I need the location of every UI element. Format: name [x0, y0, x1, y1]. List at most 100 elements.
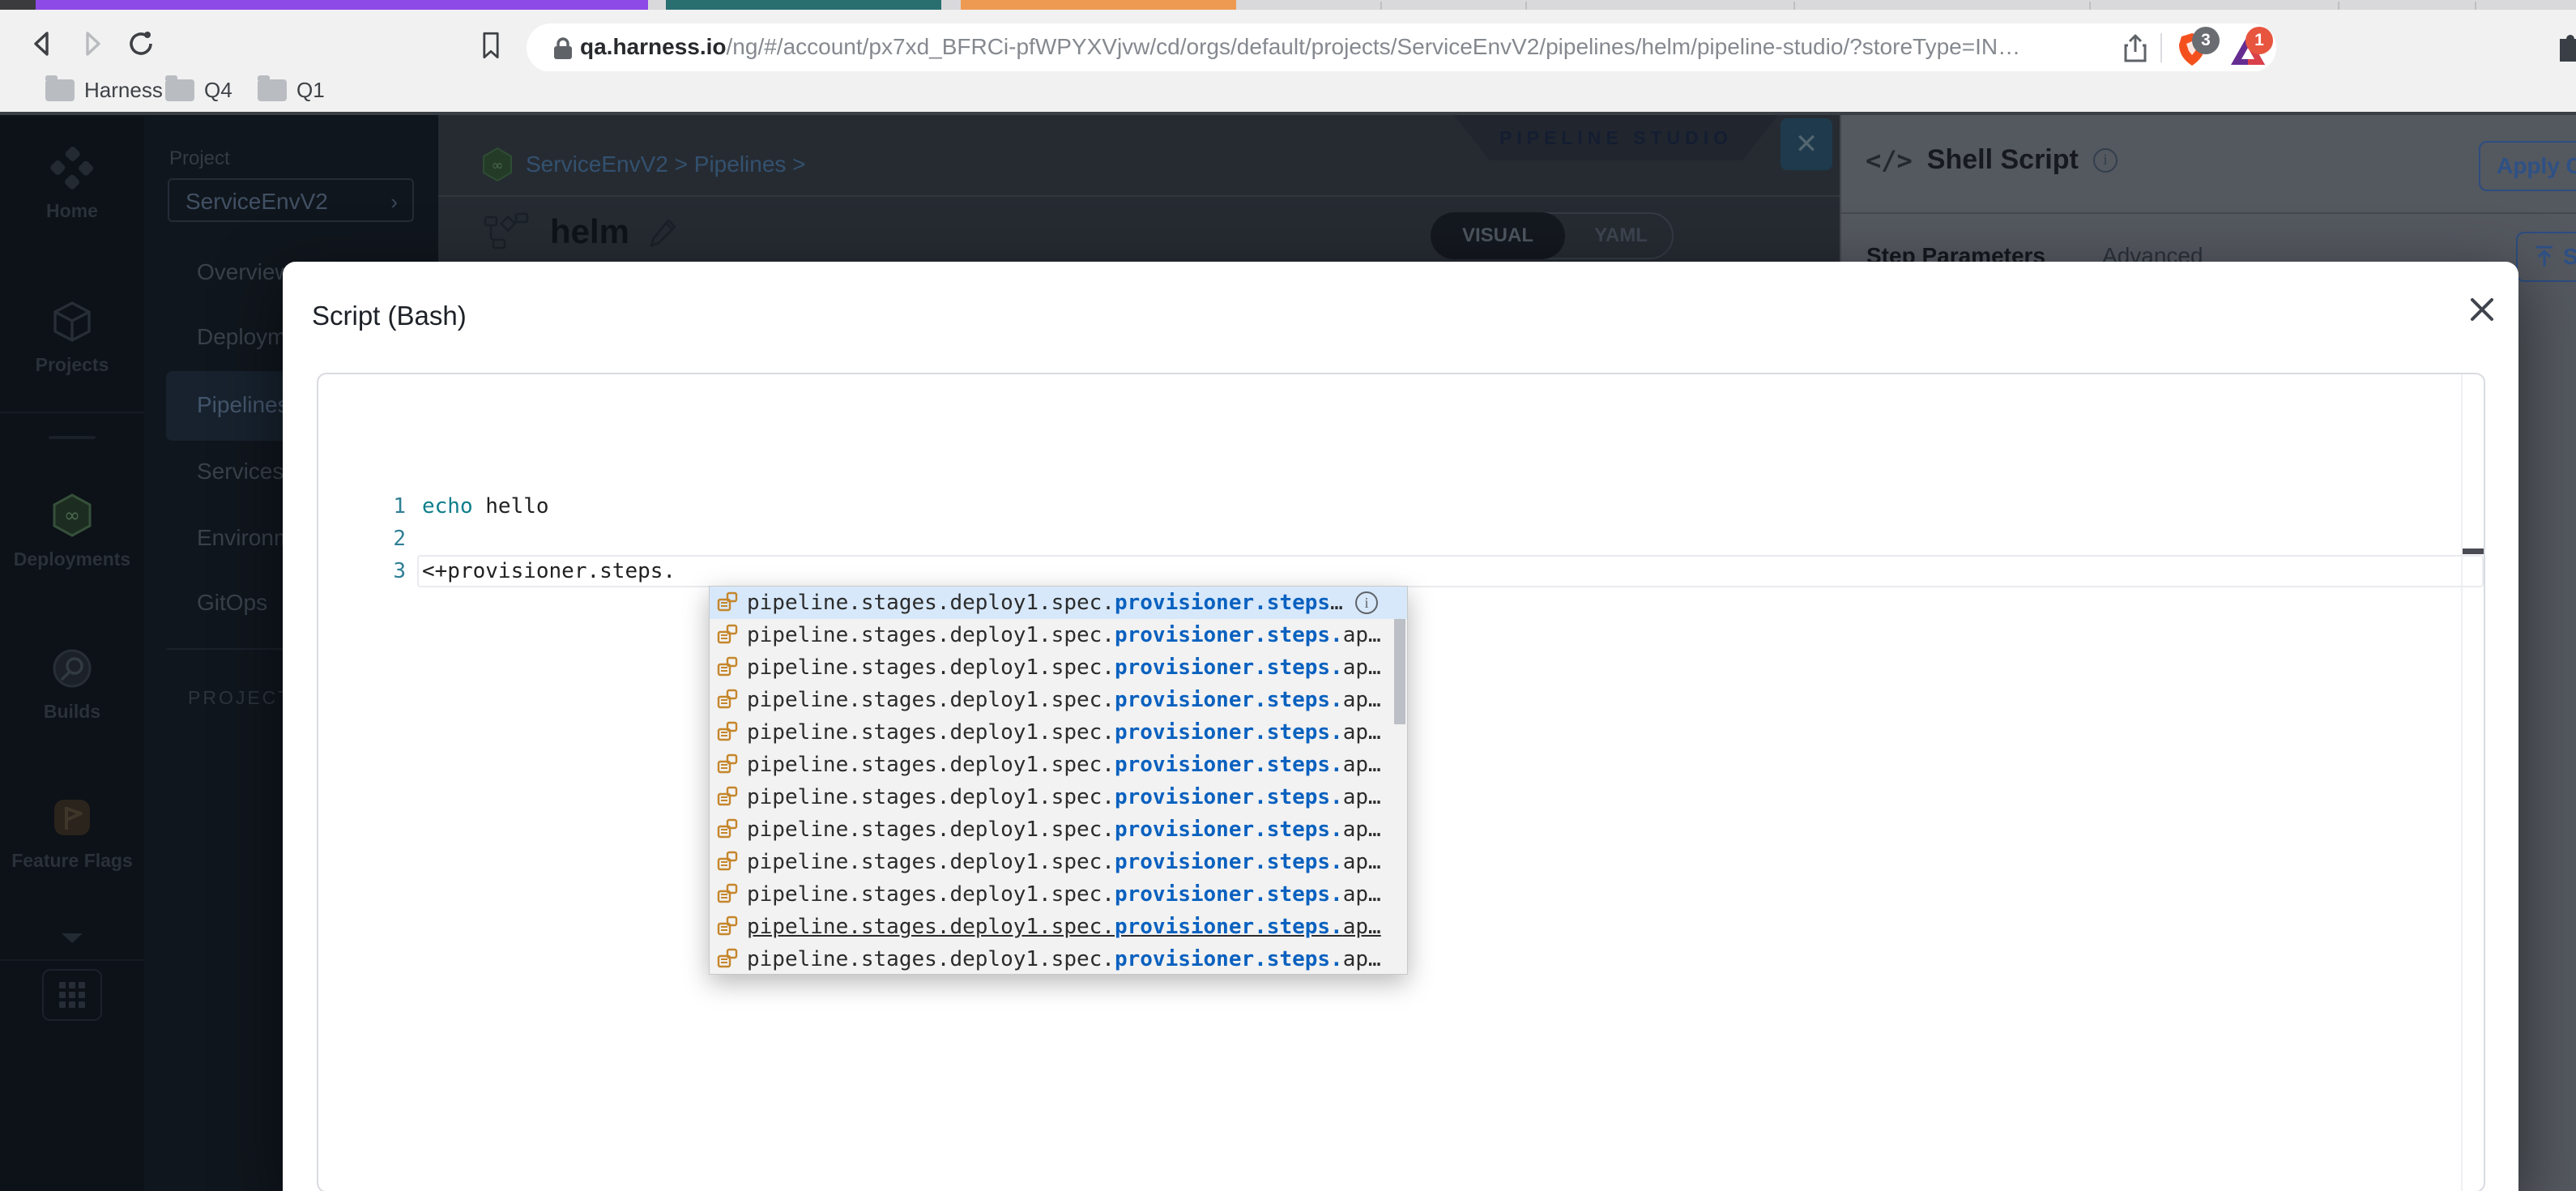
bookmarks-bar: Harness Q4 Q1 — [0, 71, 2576, 112]
template-button-label: S — [2563, 244, 2576, 270]
autocomplete-item[interactable]: pipeline.stages.deploy1.spec.provisioner… — [710, 943, 1407, 974]
pipeline-graph-icon — [484, 212, 529, 250]
sidebar-item-projects[interactable]: Projects — [0, 300, 144, 376]
bookmark-label: Q1 — [296, 78, 325, 102]
autocomplete-popup[interactable]: pipeline.stages.deploy1.spec.provisioner… — [709, 586, 1408, 975]
field-icon — [716, 624, 739, 647]
home-harness-icon — [50, 147, 93, 190]
project-selector[interactable]: ServiceEnvV2 › — [168, 178, 414, 222]
edit-pencil-icon[interactable] — [647, 216, 680, 248]
nav-item-overview[interactable]: Overview — [197, 259, 292, 285]
sidebar-item-label: Home — [46, 200, 98, 221]
expression-token: <+provisioner.steps. — [422, 559, 676, 583]
step-title: Shell Script — [1926, 144, 2079, 175]
autocomplete-label: pipeline.stages.deploy1.spec.provisioner… — [747, 720, 1381, 745]
autocomplete-label: pipeline.stages.deploy1.spec.provisioner… — [747, 655, 1381, 680]
autocomplete-item[interactable]: pipeline.stages.deploy1.spec.provisioner… — [710, 619, 1407, 651]
autocomplete-item[interactable]: pipeline.stages.deploy1.spec.provisioner… — [710, 587, 1407, 619]
sidebar-item-home[interactable]: Home — [0, 146, 144, 222]
keyword-token: echo — [422, 494, 473, 519]
module-grid-button[interactable] — [42, 969, 102, 1021]
sidebar-item-feature-flags[interactable]: Feature Flags — [0, 796, 144, 872]
autocomplete-item[interactable]: pipeline.stages.deploy1.spec.provisioner… — [710, 846, 1407, 878]
field-icon — [716, 883, 739, 906]
line-number: 2 — [393, 527, 406, 551]
sidebar-item-builds[interactable]: Builds — [0, 647, 144, 723]
folder-icon — [165, 75, 194, 101]
share-icon[interactable] — [2122, 34, 2148, 63]
browser-tabstrip — [0, 0, 2576, 10]
divider — [1841, 212, 2576, 214]
field-icon — [716, 753, 739, 776]
svg-text:∞: ∞ — [64, 504, 80, 527]
current-line-highlight — [417, 555, 2484, 587]
studio-close-button[interactable]: ✕ — [1781, 118, 1832, 170]
autocomplete-item[interactable]: pipeline.stages.deploy1.spec.provisioner… — [710, 684, 1407, 716]
forward-button[interactable] — [78, 29, 107, 58]
deployments-cd-icon: ∞ — [53, 493, 92, 537]
close-icon — [2471, 298, 2493, 321]
apply-changes-button[interactable]: Apply Ch — [2479, 141, 2576, 191]
url-domain: qa.harness.io — [580, 34, 727, 59]
url-text[interactable]: qa.harness.io/ng/#/account/px7xd_BFRCi-p… — [580, 34, 2020, 60]
autocomplete-item[interactable]: pipeline.stages.deploy1.spec.provisioner… — [710, 749, 1407, 781]
folder-icon — [45, 75, 75, 101]
field-icon — [716, 689, 739, 711]
nav-item-gitops[interactable]: GitOps — [197, 590, 267, 616]
autocomplete-item[interactable]: pipeline.stages.deploy1.spec.provisioner… — [710, 878, 1407, 911]
info-icon[interactable]: i — [2092, 147, 2118, 173]
bookmark-q4[interactable]: Q4 — [165, 75, 232, 103]
nav-item-services[interactable]: Services — [197, 459, 284, 485]
dialog-close-button[interactable] — [2462, 289, 2502, 330]
save-as-template-button[interactable]: S — [2516, 232, 2576, 282]
autocomplete-label: pipeline.stages.deploy1.spec.provisioner… — [747, 591, 1343, 615]
nav-item-deployments[interactable]: Deploym — [197, 324, 286, 350]
autocomplete-item[interactable]: pipeline.stages.deploy1.spec.provisioner… — [710, 716, 1407, 749]
step-title-row: </> Shell Script i — [1866, 144, 2118, 176]
back-button[interactable] — [28, 29, 57, 58]
suggest-info-icon[interactable]: i — [1355, 591, 1378, 614]
pipeline-name: helm — [550, 212, 630, 250]
breadcrumb[interactable]: ∞ ServiceEnvV2 > Pipelines > — [482, 147, 806, 181]
autocomplete-item[interactable]: pipeline.stages.deploy1.spec.provisioner… — [710, 911, 1407, 943]
sidebar-item-label: Projects — [35, 354, 109, 375]
divider — [49, 436, 96, 439]
bookmark-icon[interactable] — [476, 31, 505, 60]
project-section-label: Project — [169, 147, 230, 169]
shell-script-icon: </> — [1866, 144, 1913, 176]
autocomplete-item[interactable]: pipeline.stages.deploy1.spec.provisioner… — [710, 813, 1407, 846]
brave-shields-badge: 3 — [2192, 27, 2220, 54]
autocomplete-label: pipeline.stages.deploy1.spec.provisioner… — [747, 817, 1381, 842]
nav-item-environments[interactable]: Environm — [197, 525, 292, 551]
url-path: /ng/#/account/px7xd_BFRCi-pfWPYXVjvw/cd/… — [726, 34, 2021, 59]
folder-icon — [258, 75, 287, 101]
tab-separator — [1793, 2, 1795, 10]
bookmark-q1[interactable]: Q1 — [258, 75, 325, 103]
extensions-puzzle-icon[interactable] — [2557, 29, 2576, 62]
nav-item-pipelines[interactable]: Pipelines — [197, 392, 289, 418]
code-editor[interactable]: 1 2 3 echo hello <+provisioner.steps. pi… — [317, 373, 2485, 1191]
apply-changes-label: Apply Ch — [2497, 153, 2576, 178]
lock-icon — [554, 37, 572, 59]
autocomplete-item[interactable]: pipeline.stages.deploy1.spec.provisioner… — [710, 781, 1407, 813]
tab-separator — [1525, 2, 1527, 10]
pipeline-studio-label: PIPELINE STUDIO — [1499, 126, 1734, 148]
view-toggle: VISUAL YAML — [1431, 212, 1674, 259]
tab-group-strip-orange — [961, 0, 1236, 10]
toggle-visual[interactable]: VISUAL — [1431, 212, 1565, 259]
projects-cube-icon — [53, 301, 91, 342]
primary-sidebar: Home Projects ∞ Deployments Builds Featu… — [0, 115, 144, 1191]
chevron-down-icon[interactable] — [62, 933, 83, 943]
line-number: 1 — [393, 494, 406, 519]
divider — [166, 648, 283, 650]
autocomplete-label: pipeline.stages.deploy1.spec.provisioner… — [747, 882, 1381, 907]
reload-button[interactable] — [126, 29, 156, 58]
autocomplete-label: pipeline.stages.deploy1.spec.provisioner… — [747, 753, 1381, 777]
field-icon — [716, 916, 739, 938]
autocomplete-item[interactable]: pipeline.stages.deploy1.spec.provisioner… — [710, 651, 1407, 684]
toggle-yaml[interactable]: YAML — [1570, 214, 1672, 258]
chevron-right-icon: › — [390, 190, 398, 214]
bat-rewards-badge: 1 — [2245, 27, 2273, 54]
sidebar-item-deployments[interactable]: ∞ Deployments — [0, 493, 144, 570]
bookmark-harness[interactable]: Harness — [45, 75, 163, 103]
